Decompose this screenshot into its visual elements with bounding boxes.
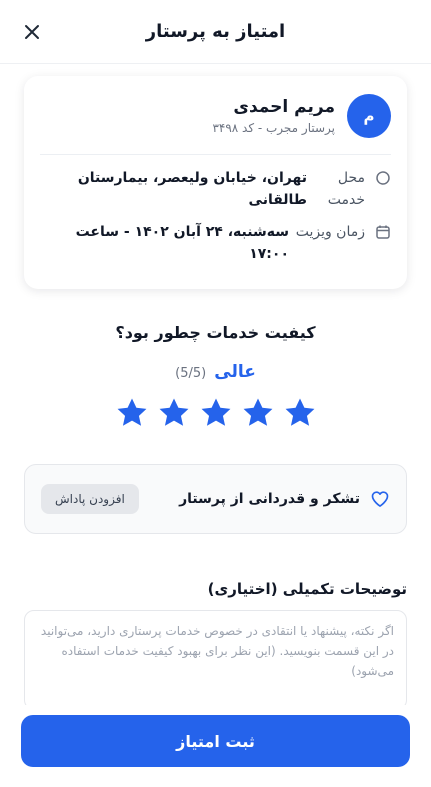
page-title: امتیاز به پرستار xyxy=(145,21,286,42)
time-label: زمان ویزیت xyxy=(295,224,365,240)
rating-screen: امتیاز به پرستار م مریم احمدی پرستار مجر… xyxy=(0,0,431,787)
submit-rating-button[interactable]: ثبت امتیاز xyxy=(21,715,410,767)
location-label: محل خدمت xyxy=(327,170,365,208)
close-icon xyxy=(25,25,39,39)
header: امتیاز به پرستار xyxy=(0,0,431,64)
rating-word: عالی xyxy=(214,362,256,382)
nurse-info: مریم احمدی پرستار مجرب - کد ۳۴۹۸ xyxy=(212,97,335,135)
star-icon[interactable] xyxy=(241,396,275,430)
thanks-box[interactable]: تشکر و قدردانی از پرستار افزودن پاداش xyxy=(24,464,407,534)
footer: ثبت امتیاز xyxy=(0,705,431,787)
nurse-name: مریم احمدی xyxy=(233,97,335,117)
nurse-row: م مریم احمدی پرستار مجرب - کد ۳۴۹۸ xyxy=(40,94,391,138)
location-icon xyxy=(371,170,391,190)
star-icon[interactable] xyxy=(283,396,317,430)
add-reward-button[interactable]: افزودن پاداش xyxy=(41,484,139,514)
location-row: محل خدمت تهران، خیابان ولیعصر، بیمارستان… xyxy=(40,167,391,211)
rating-question: کیفیت خدمات چطور بود؟ xyxy=(115,323,316,342)
location-value: تهران، خیابان ولیعصر، بیمارستان طالقانی xyxy=(77,170,307,208)
nurse-card: م مریم احمدی پرستار مجرب - کد ۳۴۹۸ محل خ… xyxy=(24,76,407,289)
avatar: م xyxy=(347,94,391,138)
heart-icon xyxy=(371,491,389,507)
star-icon[interactable] xyxy=(157,396,191,430)
star-rating xyxy=(24,396,407,430)
divider xyxy=(40,154,391,155)
calendar-icon xyxy=(371,224,391,244)
time-value: سه‌شنبه، ۲۴ آبان ۱۴۰۲ - ساعت ۱۷:۰۰ xyxy=(75,224,289,262)
rating-summary: عالی (5/5) xyxy=(24,362,407,382)
star-icon[interactable] xyxy=(115,396,149,430)
star-icon[interactable] xyxy=(199,396,233,430)
content: م مریم احمدی پرستار مجرب - کد ۳۴۹۸ محل خ… xyxy=(0,64,431,710)
thanks-label: تشکر و قدردانی از پرستار xyxy=(179,491,360,507)
notes-title: توضیحات تکمیلی (اختیاری) xyxy=(207,580,407,598)
rating-score: (5/5) xyxy=(175,366,207,381)
close-button[interactable] xyxy=(16,16,48,48)
nurse-subtitle: پرستار مجرب - کد ۳۴۹۸ xyxy=(212,121,335,135)
notes-textarea[interactable]: اگر نکته، پیشنهاد یا انتقادی در خصوص خدم… xyxy=(24,610,407,710)
time-row: زمان ویزیت سه‌شنبه، ۲۴ آبان ۱۴۰۲ - ساعت … xyxy=(40,221,391,265)
